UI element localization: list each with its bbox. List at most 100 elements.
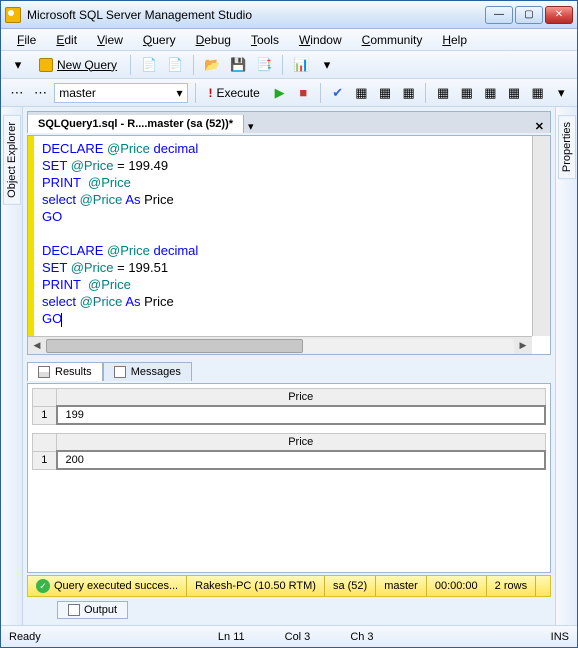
- app-window: Microsoft SQL Server Management Studio —…: [0, 0, 578, 648]
- close-button[interactable]: ✕: [545, 6, 573, 24]
- status-col: Col 3: [285, 631, 311, 643]
- database-selector[interactable]: master ▾: [54, 83, 187, 103]
- messages-tab-label: Messages: [131, 366, 181, 378]
- menu-window[interactable]: Window: [291, 31, 350, 49]
- grid-icon: [38, 366, 50, 378]
- left-dock: Object Explorer: [1, 107, 23, 625]
- folder-open-icon[interactable]: 📂: [201, 54, 223, 76]
- menu-view[interactable]: View: [89, 31, 131, 49]
- row-header: [33, 389, 57, 407]
- output-icon: [68, 604, 80, 616]
- status-ok-cell: ✓ Query executed succes...: [28, 576, 187, 596]
- messages-tab[interactable]: Messages: [103, 362, 192, 381]
- code-text[interactable]: DECLARE @Price decimal SET @Price = 199.…: [42, 140, 532, 336]
- menu-help[interactable]: Help: [434, 31, 475, 49]
- output-tab[interactable]: Output: [57, 601, 128, 619]
- client-stats-icon[interactable]: ▦: [457, 82, 477, 104]
- table-row[interactable]: 1200: [33, 451, 546, 469]
- activity-monitor-icon[interactable]: 📊: [290, 54, 312, 76]
- chevron-down-icon: ▾: [177, 86, 183, 100]
- parse-check-icon[interactable]: ✔: [328, 82, 348, 104]
- cell-value[interactable]: 200: [57, 451, 546, 469]
- scroll-right-icon[interactable]: ▶: [514, 337, 532, 355]
- menu-edit[interactable]: Edit: [48, 31, 85, 49]
- properties-tab[interactable]: Properties: [558, 115, 576, 179]
- intellisense-icon[interactable]: ▦: [399, 82, 419, 104]
- tab-list-dropdown-icon[interactable]: ▾: [244, 120, 258, 133]
- results-file-icon[interactable]: ▦: [528, 82, 548, 104]
- column-header[interactable]: Price: [57, 389, 546, 407]
- toolbar-main: ▾ New Query 📄 📄 📂 💾 📑 📊 ▾: [1, 51, 577, 79]
- scroll-thumb[interactable]: [46, 339, 303, 353]
- vertical-scrollbar[interactable]: [532, 136, 550, 336]
- editor-gutter: [28, 136, 34, 336]
- new-query-button[interactable]: New Query: [33, 56, 123, 74]
- estimated-plan-icon[interactable]: ▦: [352, 82, 372, 104]
- open-project-icon[interactable]: 📄: [164, 54, 186, 76]
- status-ins: INS: [551, 631, 569, 643]
- results-text-icon[interactable]: ▦: [481, 82, 501, 104]
- column-header[interactable]: Price: [57, 434, 546, 452]
- scroll-left-icon[interactable]: ◀: [28, 337, 46, 355]
- result-grid[interactable]: Price1200: [32, 433, 546, 470]
- save-icon[interactable]: 💾: [227, 54, 249, 76]
- results-grid-icon[interactable]: ▦: [504, 82, 524, 104]
- menu-community[interactable]: Community: [354, 31, 431, 49]
- separator: [425, 83, 426, 103]
- status-rows: 2 rows: [487, 576, 536, 596]
- results-tab-label: Results: [55, 366, 92, 378]
- menu-debug[interactable]: Debug: [188, 31, 239, 49]
- status-server: Rakesh-PC (10.50 RTM): [187, 576, 325, 596]
- output-tab-label: Output: [84, 604, 117, 616]
- editor-pane: SQLQuery1.sql - R....master (sa (52))* ▾…: [23, 107, 555, 625]
- status-ch: Ch 3: [350, 631, 373, 643]
- row-number: 1: [33, 451, 57, 469]
- sql-editor[interactable]: DECLARE @Price decimal SET @Price = 199.…: [27, 135, 551, 355]
- toolbar-sql: ⋯ ⋯ master ▾ ! Execute ▶ ■ ✔ ▦ ▦ ▦ ▦ ▦ ▦…: [1, 79, 577, 107]
- separator: [130, 55, 131, 75]
- status-ready: Ready: [9, 631, 41, 643]
- tab-close-icon[interactable]: ✕: [529, 120, 550, 133]
- result-tabs: Results Messages: [27, 357, 551, 381]
- maximize-button[interactable]: ▢: [515, 6, 543, 24]
- table-row[interactable]: 1199: [33, 406, 546, 424]
- toolbar-overflow-icon[interactable]: ▾: [316, 54, 338, 76]
- query-status-strip: ✓ Query executed succes... Rakesh-PC (10…: [27, 575, 551, 597]
- database-name: master: [59, 86, 96, 100]
- title-bar: Microsoft SQL Server Management Studio —…: [1, 1, 577, 29]
- status-line: Ln 11: [218, 631, 245, 643]
- stop-icon[interactable]: ■: [293, 82, 313, 104]
- output-tabs: Output: [27, 599, 551, 621]
- app-icon: [5, 7, 21, 23]
- status-bar: Ready Ln 11 Col 3 Ch 3 INS: [1, 625, 577, 647]
- menu-file[interactable]: File: [9, 31, 44, 49]
- object-explorer-tab[interactable]: Object Explorer: [3, 115, 21, 205]
- menu-query[interactable]: Query: [135, 31, 184, 49]
- execute-label: Execute: [216, 86, 259, 100]
- horizontal-scrollbar[interactable]: ◀ ▶: [28, 336, 532, 354]
- cell-value[interactable]: 199: [57, 406, 546, 424]
- actual-plan-icon[interactable]: ▦: [433, 82, 453, 104]
- document-tab-active[interactable]: SQLQuery1.sql - R....master (sa (52))*: [28, 115, 244, 133]
- query-options-icon[interactable]: ▦: [375, 82, 395, 104]
- debug-play-icon[interactable]: ▶: [270, 82, 290, 104]
- status-text: Query executed succes...: [54, 580, 178, 592]
- minimize-button[interactable]: —: [485, 6, 513, 24]
- execute-bang-icon: !: [208, 86, 212, 100]
- execute-button[interactable]: ! Execute: [202, 84, 265, 102]
- results-tab[interactable]: Results: [27, 362, 103, 381]
- connect-icon[interactable]: ⋯: [7, 82, 27, 104]
- scroll-track[interactable]: [46, 339, 514, 353]
- project-dropdown-icon[interactable]: ▾: [7, 54, 29, 76]
- toolbar2-overflow-icon[interactable]: ▾: [551, 82, 571, 104]
- save-all-icon[interactable]: 📑: [253, 54, 275, 76]
- result-grid[interactable]: Price1199: [32, 388, 546, 425]
- change-connection-icon[interactable]: ⋯: [31, 82, 51, 104]
- status-db: master: [376, 576, 427, 596]
- tab-title: SQLQuery1.sql - R....master (sa (52))*: [38, 118, 233, 130]
- window-title: Microsoft SQL Server Management Studio: [27, 8, 485, 22]
- open-file-icon[interactable]: 📄: [138, 54, 160, 76]
- right-dock: Properties: [555, 107, 577, 625]
- results-panel[interactable]: Price1199Price1200: [27, 383, 551, 573]
- menu-tools[interactable]: Tools: [243, 31, 287, 49]
